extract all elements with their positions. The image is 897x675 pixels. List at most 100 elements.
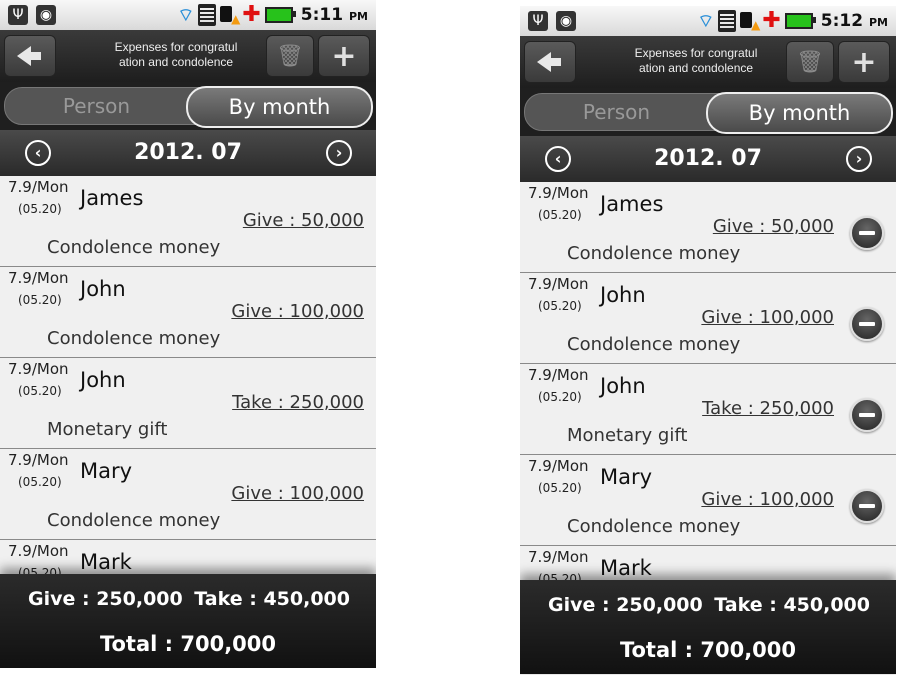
status-clock: 5:12 PM [820, 11, 888, 31]
entry-amount[interactable]: Give : 50,000 [713, 216, 834, 237]
page-title-line1: Expenses for congratul [114, 40, 238, 54]
chevron-right-icon: › [335, 143, 343, 162]
trash-icon: 🗑 [276, 43, 304, 69]
entry-date: 7.9/Mon [8, 542, 69, 560]
entry-category: Condolence money [567, 334, 741, 355]
list-item[interactable]: 7.9/Mon (05.20) Mark [0, 540, 376, 574]
minus-circle-icon[interactable] [850, 307, 884, 341]
entry-amount[interactable]: Give : 100,000 [231, 483, 364, 504]
delete-button[interactable]: 🗑 [266, 35, 314, 77]
list-item[interactable]: 7.9/Mon (05.20) Mary Give : 100,000 Cond… [520, 455, 896, 546]
entry-lunar-date: (05.20) [18, 293, 62, 307]
chevron-right-icon: › [855, 149, 863, 168]
entry-name: John [80, 277, 126, 301]
entry-lunar-date: (05.20) [18, 384, 62, 398]
entry-date: 7.9/Mon [8, 269, 69, 287]
status-clock: 5:11 PM [300, 5, 368, 25]
month-navigator: ‹ 2012. 07 › [0, 130, 376, 176]
entry-category: Condolence money [567, 243, 741, 264]
entry-lunar-date: (05.20) [18, 475, 62, 489]
title-bar: Expenses for congratul ation and condole… [520, 36, 896, 88]
title-bar: Expenses for congratul ation and condole… [0, 30, 376, 82]
total-take: Take : 450,000 [194, 588, 350, 610]
entry-amount[interactable]: Take : 250,000 [232, 392, 364, 413]
back-button[interactable] [4, 35, 56, 77]
total-give: Give : 250,000 [548, 594, 703, 616]
minus-circle-icon[interactable] [850, 216, 884, 250]
entry-name: Mark [600, 556, 652, 580]
entry-name: John [600, 374, 646, 398]
list-item[interactable]: 7.9/Mon (05.20) John Give : 100,000 Cond… [0, 267, 376, 358]
tab-by-month[interactable]: By month [706, 92, 893, 134]
entry-lunar-date: (05.20) [538, 208, 582, 222]
entry-date: 7.9/Mon [8, 451, 69, 469]
entry-amount[interactable]: Give : 100,000 [231, 301, 364, 322]
view-toggle: Person By month [0, 82, 376, 130]
entry-date: 7.9/Mon [8, 178, 69, 196]
entry-date: 7.9/Mon [528, 184, 589, 202]
list-item[interactable]: 7.9/Mon (05.20) John Take : 250,000 Mone… [520, 364, 896, 455]
page-title-line1: Expenses for congratul [634, 46, 758, 60]
grand-total: Total : 700,000 [619, 638, 797, 662]
phone-screen-right: Ψ ◉ ⌔ ▲ ✚ 5:12 PM Expenses for congratul… [520, 6, 896, 675]
next-month-button[interactable]: › [846, 146, 872, 172]
list-item[interactable]: 7.9/Mon (05.20) John Give : 100,000 Cond… [520, 273, 896, 364]
entry-list[interactable]: 7.9/Mon (05.20) James Give : 50,000 Cond… [0, 176, 376, 574]
total-give: Give : 250,000 [28, 588, 183, 610]
page-title-line2: ation and condolence [638, 61, 754, 75]
entry-name: John [80, 368, 126, 392]
minus-circle-icon[interactable] [850, 398, 884, 432]
entry-name: Mary [600, 465, 653, 489]
back-button[interactable] [524, 41, 576, 83]
entry-lunar-date: (05.20) [538, 299, 582, 313]
entry-lunar-date: (05.20) [538, 572, 582, 580]
sim-warning-icon: ▲ [740, 12, 760, 32]
total-take: Take : 450,000 [714, 594, 870, 616]
tab-by-month[interactable]: By month [186, 86, 373, 128]
usb-icon: Ψ [528, 11, 548, 31]
entry-amount[interactable]: Take : 250,000 [702, 398, 834, 419]
entry-lunar-date: (05.20) [538, 481, 582, 495]
delete-button[interactable]: 🗑 [786, 41, 834, 83]
entry-list[interactable]: 7.9/Mon (05.20) James Give : 50,000 Cond… [520, 182, 896, 580]
entry-date: 7.9/Mon [8, 360, 69, 378]
list-item[interactable]: 7.9/Mon (05.20) Mark [520, 546, 896, 580]
back-arrow-icon [537, 52, 561, 72]
wifi-icon: ⌔ [697, 10, 715, 32]
entry-category: Monetary gift [47, 419, 168, 440]
entry-name: John [600, 283, 646, 307]
next-month-button[interactable]: › [326, 140, 352, 166]
entry-category: Condolence money [47, 328, 221, 349]
trash-icon: 🗑 [796, 49, 824, 75]
list-item[interactable]: 7.9/Mon (05.20) John Take : 250,000 Mone… [0, 358, 376, 449]
list-item[interactable]: 7.9/Mon (05.20) James Give : 50,000 Cond… [520, 182, 896, 273]
month-navigator: ‹ 2012. 07 › [520, 136, 896, 182]
summary-footer: Give : 250,000 Take : 450,000 Total : 70… [520, 580, 896, 674]
android-icon: ◉ [556, 11, 576, 31]
plus-icon: + [331, 38, 357, 74]
grand-total: Total : 700,000 [99, 632, 277, 656]
add-button[interactable]: + [318, 35, 370, 77]
list-item[interactable]: 7.9/Mon (05.20) James Give : 50,000 Cond… [0, 176, 376, 267]
minus-circle-icon[interactable] [850, 489, 884, 523]
battery-icon [784, 13, 816, 29]
phone-screen-left: Ψ ◉ ⌔ ▲ ✚ 5:11 PM Expenses for congratul… [0, 0, 376, 668]
entry-name: James [80, 186, 144, 210]
entry-amount[interactable]: Give : 100,000 [701, 307, 834, 328]
entry-amount[interactable]: Give : 100,000 [701, 489, 834, 510]
month-label: 2012. 07 [134, 140, 242, 165]
red-cross-icon: ✚ [762, 8, 781, 33]
tab-person[interactable]: Person [5, 88, 188, 124]
entry-amount[interactable]: Give : 50,000 [243, 210, 364, 231]
list-item[interactable]: 7.9/Mon (05.20) Mary Give : 100,000 Cond… [0, 449, 376, 540]
plus-icon: + [851, 44, 877, 80]
status-bar: Ψ ◉ ⌔ ▲ ✚ 5:11 PM [0, 0, 376, 30]
entry-category: Condolence money [47, 510, 221, 531]
signal-icon [198, 4, 217, 26]
page-title-line2: ation and condolence [118, 55, 234, 69]
entry-date: 7.9/Mon [528, 457, 589, 475]
entry-name: James [600, 192, 664, 216]
entry-lunar-date: (05.20) [538, 390, 582, 404]
tab-person[interactable]: Person [525, 94, 708, 130]
add-button[interactable]: + [838, 41, 890, 83]
